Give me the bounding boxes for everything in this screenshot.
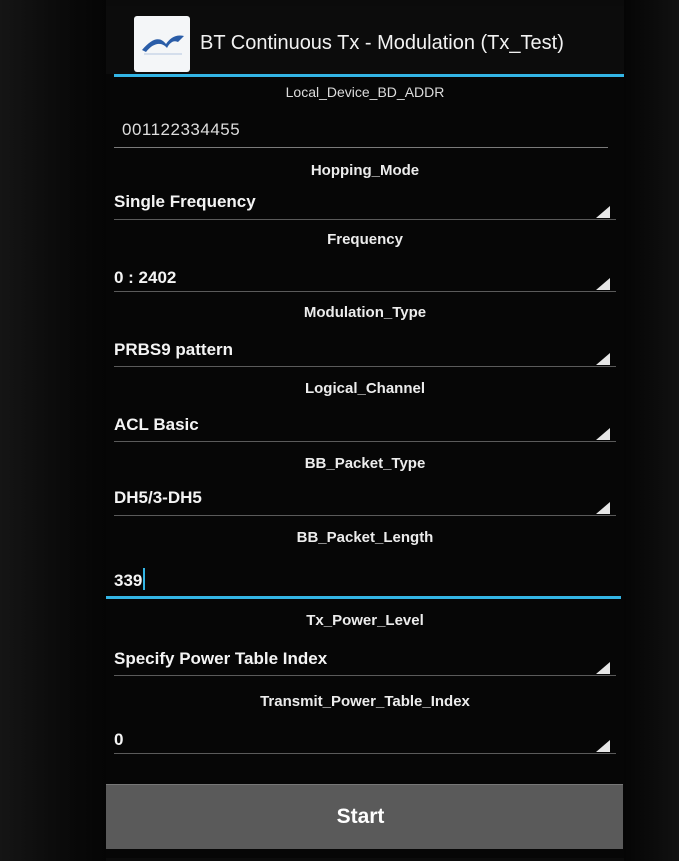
transmit-power-table-index-label: Transmit_Power_Table_Index bbox=[260, 693, 470, 710]
local-bd-addr-input[interactable]: 001122334455 bbox=[122, 120, 240, 140]
action-bar-divider bbox=[114, 74, 624, 77]
dropdown-arrow-icon bbox=[596, 353, 610, 365]
dropdown-arrow-icon bbox=[596, 502, 610, 514]
bb-packet-length-label: BB_Packet_Length bbox=[296, 529, 434, 546]
app-screen: BT Continuous Tx - Modulation (Tx_Test) … bbox=[106, 6, 624, 858]
device-bezel-right bbox=[624, 0, 679, 861]
tx-power-level-label: Tx_Power_Level bbox=[306, 612, 424, 629]
bb-packet-type-value: DH5/3-DH5 bbox=[114, 488, 202, 507]
local-bd-addr-underline bbox=[114, 147, 608, 148]
local-bd-addr-label: Local_Device_BD_ADDR bbox=[285, 84, 445, 100]
dropdown-arrow-icon bbox=[596, 278, 610, 290]
app-logo-icon bbox=[134, 16, 190, 72]
dropdown-arrow-icon bbox=[596, 428, 610, 440]
page-title: BT Continuous Tx - Modulation (Tx_Test) bbox=[200, 32, 564, 54]
logical-channel-label: Logical_Channel bbox=[304, 380, 426, 397]
spinner-underline bbox=[114, 366, 616, 367]
device-bezel-left bbox=[0, 0, 106, 861]
dropdown-arrow-icon bbox=[596, 740, 610, 752]
transmit-power-table-index-value: 0 bbox=[114, 730, 124, 749]
focused-input-underline bbox=[106, 596, 621, 599]
hopping-mode-label: Hopping_Mode bbox=[310, 162, 420, 179]
bb-packet-type-label: BB_Packet_Type bbox=[304, 455, 426, 472]
modulation-type-label: Modulation_Type bbox=[303, 304, 427, 321]
spinner-underline bbox=[114, 441, 616, 442]
text-cursor bbox=[143, 568, 146, 590]
spinner-underline bbox=[114, 219, 616, 220]
spinner-underline bbox=[114, 753, 616, 754]
frequency-label: Frequency bbox=[327, 231, 403, 248]
spinner-underline bbox=[114, 291, 616, 292]
hopping-mode-value: Single Frequency bbox=[114, 192, 256, 211]
logical-channel-value: ACL Basic bbox=[114, 415, 199, 434]
dropdown-arrow-icon bbox=[596, 662, 610, 674]
modulation-type-value: PRBS9 pattern bbox=[114, 340, 234, 359]
frequency-value: 0 : 2402 bbox=[114, 268, 177, 287]
tx-power-level-value: Specify Power Table Index bbox=[114, 649, 328, 668]
dropdown-arrow-icon bbox=[596, 206, 610, 218]
spinner-underline bbox=[114, 515, 616, 516]
spinner-underline bbox=[114, 675, 616, 676]
bb-packet-length-value: 339 bbox=[114, 571, 143, 590]
start-button[interactable]: Start bbox=[106, 784, 623, 849]
action-bar: BT Continuous Tx - Modulation (Tx_Test) bbox=[106, 6, 624, 74]
